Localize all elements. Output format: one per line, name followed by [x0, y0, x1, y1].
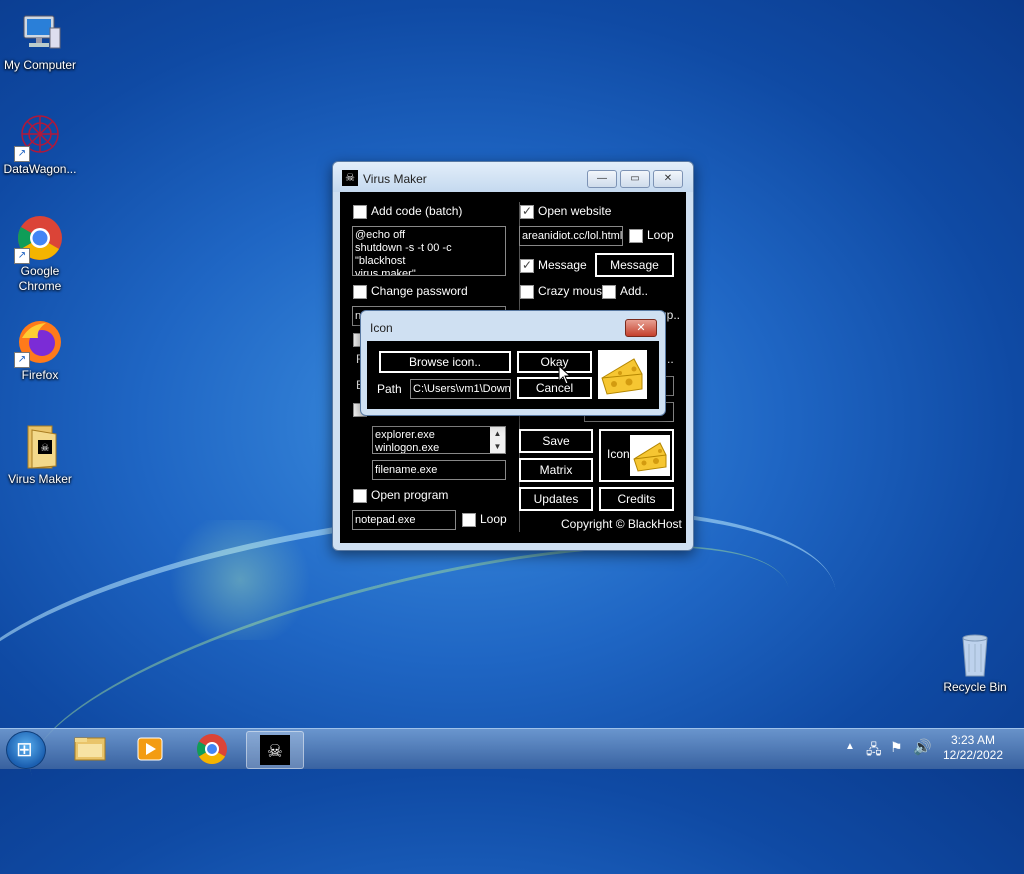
website-loop-label: Loop: [647, 228, 674, 242]
firefox-icon: ↗: [14, 318, 64, 368]
program-loop-label: Loop: [480, 512, 507, 526]
change-password-checkbox[interactable]: [353, 285, 367, 299]
taskbar-virus-maker[interactable]: ☠: [246, 731, 304, 769]
filename-input[interactable]: filename.exe: [372, 460, 506, 480]
website-loop-checkbox[interactable]: [629, 229, 643, 243]
cancel-button[interactable]: Cancel: [517, 377, 592, 399]
svg-text:☠: ☠: [41, 443, 50, 454]
desktop-icon-label: Recycle Bin: [943, 680, 1007, 694]
matrix-button[interactable]: Matrix: [519, 458, 593, 482]
crazy-mouse-checkbox[interactable]: [520, 285, 534, 299]
okay-button[interactable]: Okay: [517, 351, 592, 373]
skull-flag-icon: ☠: [342, 170, 358, 186]
cheese-icon: [630, 435, 670, 476]
save-button[interactable]: Save: [519, 429, 593, 453]
svg-text:☠: ☠: [267, 741, 283, 762]
desktop-icon-label: DataWagon...: [3, 162, 77, 176]
change-password-label: Change password: [371, 284, 468, 298]
crazy-mouse-label: Crazy mouse: [538, 284, 609, 298]
add-label: Add..: [620, 284, 649, 298]
network-icon[interactable]: 🖧: [866, 739, 882, 763]
desktop-icon-label: Firefox: [21, 368, 59, 382]
icon-button-label: Icon: [607, 447, 630, 461]
shortcut-arrow-icon: ↗: [14, 352, 30, 368]
virus-maker-folder-icon: ☠: [16, 422, 64, 470]
recycle-bin-icon: [951, 630, 999, 678]
dialog-client-area: Browse icon.. Okay Cancel Path C:\Users\…: [367, 341, 659, 409]
start-button[interactable]: [6, 731, 46, 769]
minimize-button[interactable]: —: [587, 170, 617, 188]
website-input[interactable]: areanidiot.cc/lol.html: [519, 226, 623, 246]
message-button[interactable]: Message: [595, 253, 674, 277]
taskbar-media-player[interactable]: [122, 731, 178, 767]
dialog-close-button[interactable]: ✕: [625, 319, 657, 337]
message-checkbox[interactable]: [520, 258, 534, 273]
computer-icon: [16, 8, 64, 56]
open-program-checkbox[interactable]: [353, 489, 367, 503]
desktop-icon-chrome[interactable]: ↗ Google Chrome: [0, 214, 80, 294]
taskbar-chrome[interactable]: [184, 731, 240, 767]
desktop-icon-datawagon[interactable]: ↗ DataWagon...: [0, 112, 80, 177]
desktop-icon-label: Google Chrome: [18, 264, 62, 293]
partial-dots-label: ..: [667, 352, 674, 366]
desktop-icon-virus-maker[interactable]: ☠ Virus Maker: [0, 422, 80, 487]
close-button[interactable]: ✕: [653, 170, 683, 188]
desktop-icon-recycle-bin[interactable]: Recycle Bin: [935, 630, 1015, 695]
maximize-button[interactable]: ▭: [620, 170, 650, 188]
clock-date: 12/22/2022: [942, 748, 1004, 762]
browse-icon-button[interactable]: Browse icon..: [379, 351, 511, 373]
path-input[interactable]: C:\Users\vm1\Down: [410, 379, 511, 399]
add-checkbox[interactable]: [602, 285, 616, 299]
taskbar-explorer[interactable]: [62, 731, 118, 767]
icon-dialog[interactable]: Icon ✕ Browse icon.. Okay Cancel Path C:…: [360, 310, 666, 416]
open-website-checkbox[interactable]: [520, 204, 534, 219]
wallpaper-logo-glow: [160, 520, 320, 640]
desktop-icon-my-computer[interactable]: My Computer: [0, 8, 80, 73]
shortcut-arrow-icon: ↗: [14, 146, 30, 162]
process-list[interactable]: explorer.exe winlogon.exe: [372, 426, 506, 454]
chrome-icon: ↗: [14, 214, 64, 264]
datawagon-icon: ↗: [14, 112, 64, 162]
desktop-icon-label: My Computer: [3, 58, 77, 72]
cheese-icon-preview: [598, 350, 647, 399]
clock-time: 3:23 AM: [950, 733, 996, 747]
process-list-scrollbar[interactable]: ▲ ▼: [490, 427, 505, 453]
open-website-label: Open website: [538, 204, 612, 218]
taskbar: ☠ ▲ 🖧 ⚑ 🔊 3:23 AM 12/22/2022: [0, 728, 1024, 769]
folder-icon: [74, 737, 106, 761]
add-code-label: Add code (batch): [371, 204, 463, 218]
action-center-flag-icon[interactable]: ⚑: [890, 739, 903, 756]
copyright-text: Copyright © BlackHost: [561, 517, 682, 531]
window-title: Virus Maker: [363, 172, 427, 186]
desktop-icon-firefox[interactable]: ↗ Firefox: [0, 318, 80, 383]
chrome-icon: [196, 734, 227, 765]
dialog-title: Icon: [370, 321, 393, 335]
volume-icon[interactable]: 🔊: [913, 738, 932, 756]
media-player-icon: [137, 737, 163, 761]
credits-button[interactable]: Credits: [599, 487, 674, 511]
shortcut-arrow-icon: ↗: [14, 248, 30, 264]
updates-button[interactable]: Updates: [519, 487, 593, 511]
program-loop-checkbox[interactable]: [462, 513, 476, 527]
icon-button[interactable]: Icon: [599, 429, 674, 482]
add-code-checkbox[interactable]: [353, 205, 367, 219]
skull-flag-icon: ☠: [260, 735, 290, 765]
path-label: Path: [377, 382, 402, 396]
message-label: Message: [538, 258, 587, 272]
batch-code-textarea[interactable]: @echo off shutdown -s -t 00 -c "blackhos…: [352, 226, 506, 276]
tray-show-hidden-icon[interactable]: ▲: [845, 741, 855, 752]
window-titlebar[interactable]: ☠ Virus Maker — ▭ ✕: [333, 162, 693, 192]
taskbar-clock[interactable]: 3:23 AM 12/22/2022: [938, 733, 1008, 763]
program-input[interactable]: notepad.exe: [352, 510, 456, 530]
desktop-icon-label: Virus Maker: [8, 472, 72, 486]
open-program-label: Open program: [371, 488, 449, 502]
